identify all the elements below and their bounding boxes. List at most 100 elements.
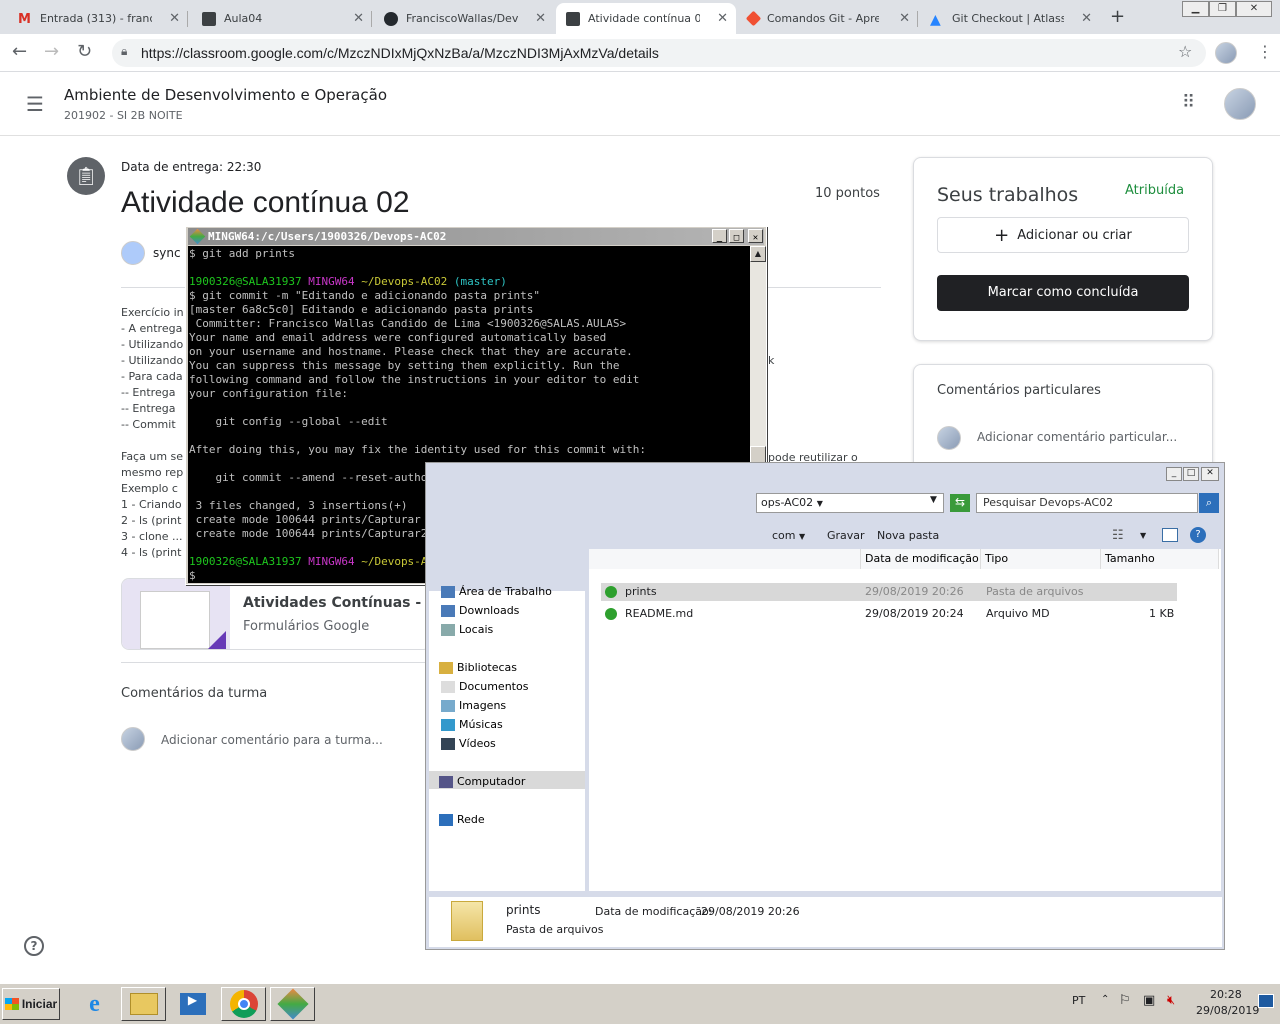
- view-options-icon[interactable]: ☷: [1112, 528, 1124, 543]
- scroll-up-button[interactable]: ▲: [750, 246, 766, 262]
- git-bash-taskbar-icon[interactable]: [270, 987, 315, 1021]
- file-size: 1 KB: [1149, 607, 1175, 620]
- user-avatar: [937, 426, 961, 450]
- nav-item-places[interactable]: Locais: [441, 623, 493, 636]
- description-line: 1 - Criando: [121, 498, 182, 511]
- apps-grid-icon[interactable]: ⠿: [1182, 92, 1195, 113]
- terminal-line: on your username and hostname. Please ch…: [189, 345, 633, 358]
- nav-item-desktop[interactable]: Área de Trabalho: [441, 585, 552, 598]
- add-class-comment-link[interactable]: Adicionar comentário para a turma...: [161, 733, 383, 747]
- windows-explorer-icon[interactable]: [121, 987, 166, 1021]
- browser-menu-icon[interactable]: ⋮: [1257, 42, 1273, 61]
- help-icon[interactable]: ?: [24, 936, 44, 956]
- mark-done-button[interactable]: Marcar como concluída: [937, 275, 1189, 311]
- column-header-name[interactable]: [589, 549, 861, 569]
- nav-item-downloads[interactable]: Downloads: [441, 604, 519, 617]
- add-or-create-button[interactable]: + Adicionar ou criar: [937, 217, 1189, 253]
- nav-item-network[interactable]: Rede: [439, 813, 485, 826]
- refresh-icon[interactable]: ⇆: [950, 494, 970, 512]
- account-avatar[interactable]: [1224, 88, 1256, 120]
- profile-avatar[interactable]: [1215, 42, 1237, 64]
- minimize-button[interactable]: _: [1166, 467, 1182, 481]
- forward-arrow-icon[interactable]: →: [44, 41, 59, 62]
- tab-title: Git Checkout | Atlassian: [952, 12, 1064, 25]
- description-line: mesmo rep: [121, 466, 184, 479]
- restore-button[interactable]: ❐: [1209, 1, 1236, 17]
- reload-icon[interactable]: ↻: [77, 41, 92, 62]
- close-tab-icon[interactable]: ✕: [535, 11, 546, 26]
- table-row[interactable]: prints 29/08/2019 20:26 Pasta de arquivo…: [601, 583, 1177, 601]
- network-icon[interactable]: ▣: [1143, 993, 1155, 1008]
- volume-muted-icon[interactable]: 🔇︎: [1167, 993, 1175, 1008]
- close-tab-icon[interactable]: ✕: [353, 11, 364, 26]
- close-tab-icon[interactable]: ✕: [169, 11, 180, 26]
- browser-tab-aula04[interactable]: Aula04 ✕: [192, 3, 372, 34]
- browser-tab-github[interactable]: FranciscoWallas/Devops ✕: [374, 3, 554, 34]
- start-button[interactable]: Iniciar: [2, 988, 60, 1020]
- attachment-title[interactable]: Atividades Contínuas - A: [243, 595, 430, 611]
- file-type: Arquivo MD: [986, 607, 1050, 620]
- chrome-icon[interactable]: [221, 987, 266, 1021]
- nav-item-videos[interactable]: Vídeos: [441, 737, 496, 750]
- url-text[interactable]: https://classroom.google.com/c/MzczNDIxM…: [141, 45, 659, 61]
- nav-item-pictures[interactable]: Imagens: [441, 699, 506, 712]
- clock-date[interactable]: 29/08/2019: [1196, 1004, 1259, 1017]
- file-explorer-window[interactable]: _ □ ✕ ops-AC02 ▼ ▼ ⇆ Pesquisar Devops-AC…: [425, 462, 1225, 950]
- search-input[interactable]: Pesquisar Devops-AC02: [976, 493, 1198, 513]
- media-player-icon[interactable]: ▶: [170, 987, 215, 1021]
- bookmark-star-icon[interactable]: ☆: [1178, 42, 1192, 61]
- column-header-size[interactable]: Tamanho: [1101, 549, 1219, 569]
- close-tab-icon[interactable]: ✕: [717, 11, 728, 26]
- table-row[interactable]: README.md 29/08/2019 20:24 Arquivo MD 1 …: [601, 605, 1177, 623]
- new-tab-button[interactable]: +: [1110, 6, 1125, 27]
- nav-item-music[interactable]: Músicas: [441, 718, 503, 731]
- share-with-menu[interactable]: com ▼: [772, 529, 805, 542]
- browser-tab-comandos-git[interactable]: Comandos Git - Aprenda ✕: [738, 3, 918, 34]
- tab-title: Aula04: [224, 12, 263, 25]
- close-window-button[interactable]: ✕: [1236, 1, 1272, 17]
- course-title[interactable]: Ambiente de Desenvolvimento e Operação: [64, 86, 387, 104]
- search-icon[interactable]: ⌕: [1199, 493, 1219, 513]
- status-badge: Atribuída: [1125, 183, 1185, 198]
- add-private-comment-link[interactable]: Adicionar comentário particular...: [977, 430, 1177, 444]
- burn-button[interactable]: Gravar: [827, 529, 865, 542]
- internet-explorer-icon[interactable]: e: [72, 987, 117, 1021]
- clock-time[interactable]: 20:28: [1210, 988, 1242, 1001]
- browser-tab-gmail[interactable]: M Entrada (313) - francisco ✕: [8, 3, 188, 34]
- close-button[interactable]: ✕: [748, 229, 763, 243]
- close-tab-icon[interactable]: ✕: [1081, 11, 1092, 26]
- column-header-type[interactable]: Tipo: [981, 549, 1101, 569]
- minimize-button[interactable]: _: [712, 229, 727, 243]
- column-header-modified[interactable]: Data de modificação: [861, 549, 981, 569]
- back-arrow-icon[interactable]: ←: [12, 41, 27, 62]
- hamburger-menu-icon[interactable]: ☰: [26, 92, 44, 116]
- terminal-line: following command and follow the instruc…: [189, 373, 640, 386]
- language-indicator[interactable]: PT: [1072, 994, 1085, 1007]
- terminal-title-bar[interactable]: MINGW64:/c/Users/1900326/Devops-AC02 _ □…: [188, 228, 764, 245]
- nav-item-libraries[interactable]: Bibliotecas: [439, 661, 517, 674]
- chevron-down-icon[interactable]: ▼: [930, 495, 937, 505]
- browser-tab-atlassian[interactable]: ▲ Git Checkout | Atlassian ✕: [920, 3, 1100, 34]
- chevron-up-icon[interactable]: ⌃: [1101, 994, 1109, 1005]
- address-bar[interactable]: 🔒︎ https://classroom.google.com/c/MzczND…: [112, 39, 1206, 67]
- nav-item-documents[interactable]: Documentos: [441, 680, 528, 693]
- new-folder-button[interactable]: Nova pasta: [877, 529, 939, 542]
- maximize-button[interactable]: □: [729, 229, 744, 243]
- navigation-pane: Área de Trabalho Downloads Locais Bibliotec…: [429, 585, 585, 891]
- terminal-line: [master 6a8c5c0] Editando e adicionando …: [189, 303, 534, 316]
- help-icon[interactable]: ?: [1190, 527, 1206, 543]
- nav-item-computer[interactable]: Computador: [439, 775, 525, 788]
- action-center-flag-icon[interactable]: ⚐: [1119, 993, 1131, 1008]
- maximize-button[interactable]: □: [1183, 467, 1199, 481]
- browser-tab-atividade[interactable]: Atividade contínua 02 ✕: [556, 3, 736, 34]
- close-tab-icon[interactable]: ✕: [899, 11, 910, 26]
- github-icon: [384, 11, 398, 26]
- show-desktop-icon[interactable]: [1258, 994, 1274, 1008]
- minimize-button[interactable]: ▁: [1182, 1, 1209, 17]
- preview-pane-icon[interactable]: [1162, 528, 1178, 542]
- chevron-down-icon[interactable]: ▼: [1140, 531, 1146, 540]
- address-breadcrumb[interactable]: ops-AC02 ▼: [756, 493, 944, 513]
- attachment-card[interactable]: Atividades Contínuas - A Formulários Goo…: [121, 578, 431, 650]
- close-button[interactable]: ✕: [1201, 467, 1219, 481]
